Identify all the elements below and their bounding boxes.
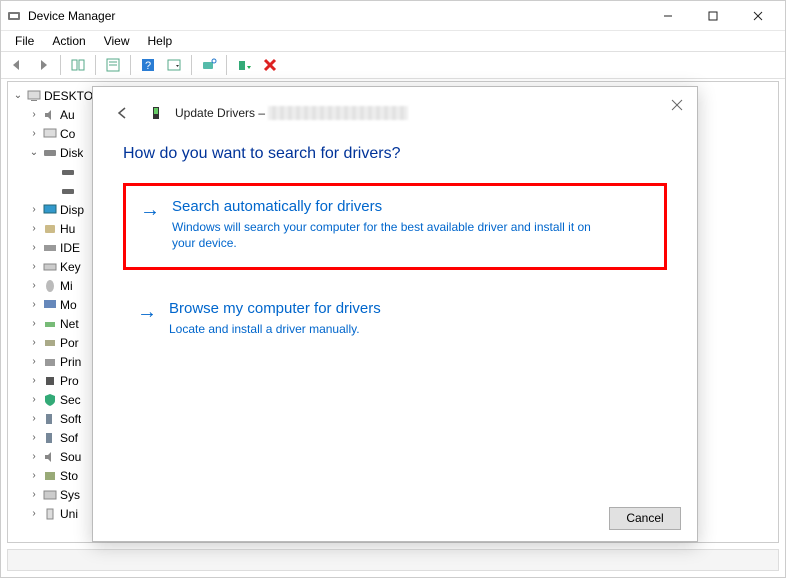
mouse-icon	[42, 278, 58, 294]
action-button[interactable]	[162, 53, 186, 77]
chevron-right-icon[interactable]: ›	[28, 356, 40, 368]
statusbar	[7, 549, 779, 571]
drive-icon	[60, 164, 76, 180]
app-icon	[6, 8, 22, 24]
dialog-back-button[interactable]	[111, 102, 133, 124]
chevron-down-icon[interactable]: ⌄	[28, 147, 40, 159]
sound-icon	[42, 449, 58, 465]
chevron-right-icon[interactable]: ›	[28, 470, 40, 482]
storage-icon	[42, 468, 58, 484]
dialog-header: Update Drivers –	[93, 87, 697, 139]
update-drivers-dialog: Update Drivers – How do you want to sear…	[92, 86, 698, 542]
device-icon	[149, 105, 165, 121]
chevron-right-icon[interactable]: ›	[28, 413, 40, 425]
software-icon	[42, 411, 58, 427]
dialog-footer: Cancel	[93, 495, 697, 541]
option-title: Search automatically for drivers	[172, 198, 650, 215]
option-title: Browse my computer for drivers	[169, 300, 653, 317]
minimize-button[interactable]	[645, 2, 690, 30]
show-hide-tree-button[interactable]	[66, 53, 90, 77]
chevron-right-icon[interactable]: ›	[28, 432, 40, 444]
forward-button[interactable]	[31, 53, 55, 77]
keyboard-icon	[42, 259, 58, 275]
dialog-question: How do you want to search for drivers?	[123, 145, 667, 163]
hid-icon	[42, 221, 58, 237]
option-browse-computer[interactable]: → Browse my computer for drivers Locate …	[123, 288, 667, 353]
menu-action[interactable]: Action	[44, 32, 93, 50]
chevron-right-icon[interactable]: ›	[28, 318, 40, 330]
chevron-right-icon[interactable]: ›	[28, 337, 40, 349]
device-name-redacted	[268, 106, 408, 120]
chevron-right-icon[interactable]: ›	[28, 508, 40, 520]
processor-icon	[42, 373, 58, 389]
printer-icon	[42, 354, 58, 370]
dialog-close-button[interactable]	[667, 95, 687, 115]
usb-icon	[42, 506, 58, 522]
titlebar: Device Manager	[1, 1, 785, 31]
option-search-automatically[interactable]: → Search automatically for drivers Windo…	[123, 183, 667, 270]
network-icon	[42, 316, 58, 332]
chevron-right-icon[interactable]: ›	[28, 109, 40, 121]
properties-button[interactable]	[101, 53, 125, 77]
chevron-right-icon[interactable]: ›	[28, 299, 40, 311]
menu-file[interactable]: File	[7, 32, 42, 50]
close-button[interactable]	[735, 2, 780, 30]
maximize-button[interactable]	[690, 2, 735, 30]
software-icon	[42, 430, 58, 446]
option-description: Windows will search your computer for th…	[172, 219, 612, 251]
computer-icon	[26, 88, 42, 104]
computer-icon	[42, 126, 58, 142]
port-icon	[42, 335, 58, 351]
menu-help[interactable]: Help	[140, 32, 181, 50]
system-icon	[42, 487, 58, 503]
uninstall-button[interactable]	[258, 53, 282, 77]
svg-text:?: ?	[145, 60, 151, 72]
option-description: Locate and install a driver manually.	[169, 321, 609, 337]
chevron-right-icon[interactable]: ›	[28, 394, 40, 406]
monitor-icon	[42, 297, 58, 313]
cancel-button[interactable]: Cancel	[609, 507, 681, 530]
separator	[191, 55, 192, 75]
disk-icon	[42, 145, 58, 161]
chevron-right-icon[interactable]: ›	[28, 280, 40, 292]
chevron-right-icon[interactable]: ›	[28, 375, 40, 387]
security-icon	[42, 392, 58, 408]
update-driver-button[interactable]	[232, 53, 256, 77]
dialog-body: How do you want to search for drivers? →…	[93, 139, 697, 495]
chevron-right-icon[interactable]: ›	[28, 128, 40, 140]
chevron-right-icon[interactable]: ›	[28, 489, 40, 501]
separator	[95, 55, 96, 75]
drive-icon	[60, 183, 76, 199]
scan-hardware-button[interactable]	[197, 53, 221, 77]
ide-icon	[42, 240, 58, 256]
arrow-right-icon: →	[140, 200, 160, 251]
chevron-right-icon[interactable]: ›	[28, 451, 40, 463]
separator	[60, 55, 61, 75]
chevron-right-icon[interactable]: ›	[28, 261, 40, 273]
audio-icon	[42, 107, 58, 123]
menubar: File Action View Help	[1, 31, 785, 51]
help-button[interactable]: ?	[136, 53, 160, 77]
separator	[226, 55, 227, 75]
chevron-right-icon[interactable]: ›	[28, 242, 40, 254]
toolbar: ?	[1, 51, 785, 79]
separator	[130, 55, 131, 75]
window-title: Device Manager	[28, 9, 645, 23]
display-icon	[42, 202, 58, 218]
dialog-title: Update Drivers –	[175, 106, 408, 121]
menu-view[interactable]: View	[96, 32, 138, 50]
chevron-right-icon[interactable]: ›	[28, 204, 40, 216]
back-button[interactable]	[5, 53, 29, 77]
arrow-right-icon: →	[137, 302, 157, 337]
chevron-right-icon[interactable]: ›	[28, 223, 40, 235]
chevron-down-icon[interactable]: ⌄	[12, 90, 24, 102]
